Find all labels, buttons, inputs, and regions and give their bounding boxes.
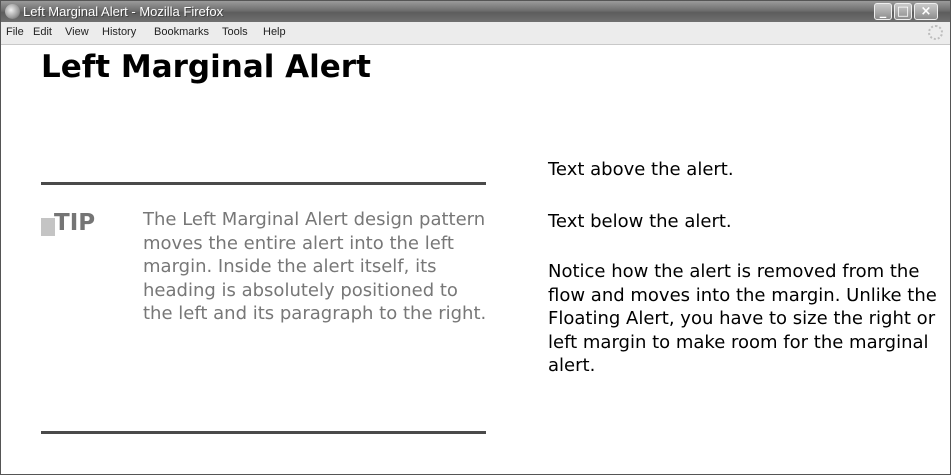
close-button[interactable]: ×	[914, 3, 938, 20]
menu-file[interactable]: File	[6, 26, 24, 38]
notice-paragraph: Notice how the alert is removed from the…	[548, 261, 937, 376]
firefox-icon	[5, 4, 20, 19]
throbber-icon	[928, 25, 943, 40]
menu-bar: File Edit View History Bookmarks Tools H…	[1, 22, 950, 45]
title-bar[interactable]: Left Marginal Alert - Mozilla Firefox _ …	[1, 1, 950, 22]
alert-top-border	[41, 182, 486, 185]
menu-view[interactable]: View	[65, 26, 89, 38]
alert-marker	[41, 218, 55, 236]
minimize-button[interactable]: _	[874, 3, 892, 20]
maximize-button[interactable]: □	[894, 3, 912, 20]
menu-help[interactable]: Help	[263, 26, 286, 38]
maximize-icon: □	[896, 4, 910, 19]
menu-edit[interactable]: Edit	[33, 26, 52, 38]
page-title: Left Marginal Alert	[41, 49, 371, 85]
browser-window: Left Marginal Alert - Mozilla Firefox _ …	[0, 0, 951, 475]
minimize-icon: _	[879, 4, 887, 19]
alert-text: The Left Marginal Alert design pattern m…	[143, 209, 487, 324]
menu-history[interactable]: History	[102, 26, 136, 38]
text-below-alert: Text below the alert.	[548, 211, 732, 232]
alert-heading: TIP	[54, 210, 96, 236]
alert-bottom-border	[41, 431, 486, 434]
menu-tools[interactable]: Tools	[222, 26, 248, 38]
text-above-alert: Text above the alert.	[548, 159, 734, 180]
window-title: Left Marginal Alert - Mozilla Firefox	[23, 4, 224, 19]
close-icon: ×	[920, 4, 932, 19]
menu-bookmarks[interactable]: Bookmarks	[154, 26, 209, 38]
